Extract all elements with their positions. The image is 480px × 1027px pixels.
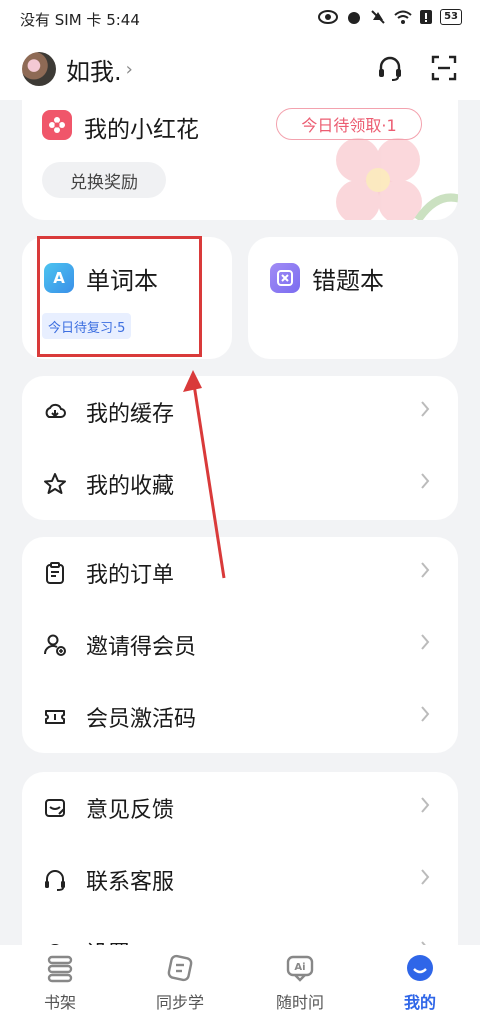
username[interactable]: 如我. [66,52,122,87]
battery-indicator: 53 [440,9,462,25]
flower-icon [42,110,72,140]
list-item-label: 联系客服 [86,870,175,895]
nav-item-sync-study[interactable]: 同步学 [120,945,240,1027]
status-bar: 没有 SIM 卡 5:44 53 [0,0,480,38]
nav-label: 书架 [43,993,76,1012]
list-item-label: 邀请得会员 [86,635,197,660]
mistake-title: 错题本 [312,267,384,295]
sync-study-icon [167,954,193,982]
review-badge: 今日待复习·5 [42,313,132,339]
cloud-download-icon [42,399,68,425]
vocab-icon: A [44,263,74,293]
list-item-label: 会员激活码 [86,707,197,732]
headset-icon [42,867,68,893]
list-item-label: 我的缓存 [86,402,175,427]
mistake-card[interactable]: 错题本 [248,237,458,359]
chevron-right-icon [421,797,430,813]
vocab-title: 单词本 [86,267,158,295]
list-item-orders[interactable]: 我的订单 [22,537,458,609]
profile-header: 如我. › [0,38,480,100]
status-time: 没有 SIM 卡 5:44 [20,10,140,29]
chevron-right-icon [421,562,430,578]
scan-icon[interactable] [430,54,458,82]
nav-label: 同步学 [155,993,204,1012]
avatar[interactable] [22,52,56,86]
clipboard-icon [42,560,68,586]
list-item-label: 我的收藏 [86,474,175,499]
list-item-customer-service[interactable]: 联系客服 [22,844,458,916]
chevron-right-icon [421,634,430,650]
star-icon [42,471,68,497]
chevron-right-icon [421,473,430,489]
list-item-invite[interactable]: 邀请得会员 [22,609,458,681]
flower-title: 我的小红花 [84,117,199,143]
ticket-icon [42,704,68,730]
feedback-icon [42,795,68,821]
chevron-right-icon [421,401,430,417]
ai-chat-icon: Ai [286,955,314,982]
redeem-button[interactable]: 兑换奖励 [42,162,166,198]
list-item-label: 我的订单 [86,563,175,588]
chevron-right-icon [421,869,430,885]
user-add-icon [42,632,68,658]
mute-icon [371,10,385,24]
profile-icon [407,955,433,981]
nav-item-bookshelf[interactable]: 书架 [0,945,120,1027]
list-item-label: 意见反馈 [86,798,175,823]
nav-label: 随时问 [275,993,324,1012]
eye-icon [318,10,339,24]
nav-item-ask-anytime[interactable]: Ai 随时问 [240,945,360,1027]
chevron-right-icon[interactable]: › [126,59,133,80]
svg-text:Ai: Ai [294,962,305,973]
list-item-feedback[interactable]: 意见反馈 [22,772,458,844]
vocab-card[interactable]: A 单词本 今日待复习·5 [22,237,232,359]
list-group-support: 意见反馈 联系客服 设置 [22,772,458,972]
chevron-right-icon [421,706,430,722]
flower-card[interactable]: 我的小红花 今日待领取·1 兑换奖励 [22,100,458,220]
pending-badge[interactable]: 今日待领取·1 [276,108,422,140]
bottom-nav: 书架 同步学 Ai 随时问 我的 [0,945,480,1027]
nav-item-mine[interactable]: 我的 [360,945,480,1027]
list-item-favorites[interactable]: 我的收藏 [22,448,458,520]
list-group-membership: 我的订单 邀请得会员 会员激活码 [22,537,458,753]
status-icons: 53 [318,9,462,25]
list-item-cache[interactable]: 我的缓存 [22,376,458,448]
bookshelf-icon [47,955,73,983]
mistake-icon [270,263,300,293]
alert-icon [420,10,433,24]
nav-label: 我的 [403,993,436,1012]
list-group-storage: 我的缓存 我的收藏 [22,376,458,520]
wifi-icon [394,10,412,24]
list-item-activation-code[interactable]: 会员激活码 [22,681,458,753]
alarm-icon [348,12,361,24]
headset-icon[interactable] [376,54,404,82]
